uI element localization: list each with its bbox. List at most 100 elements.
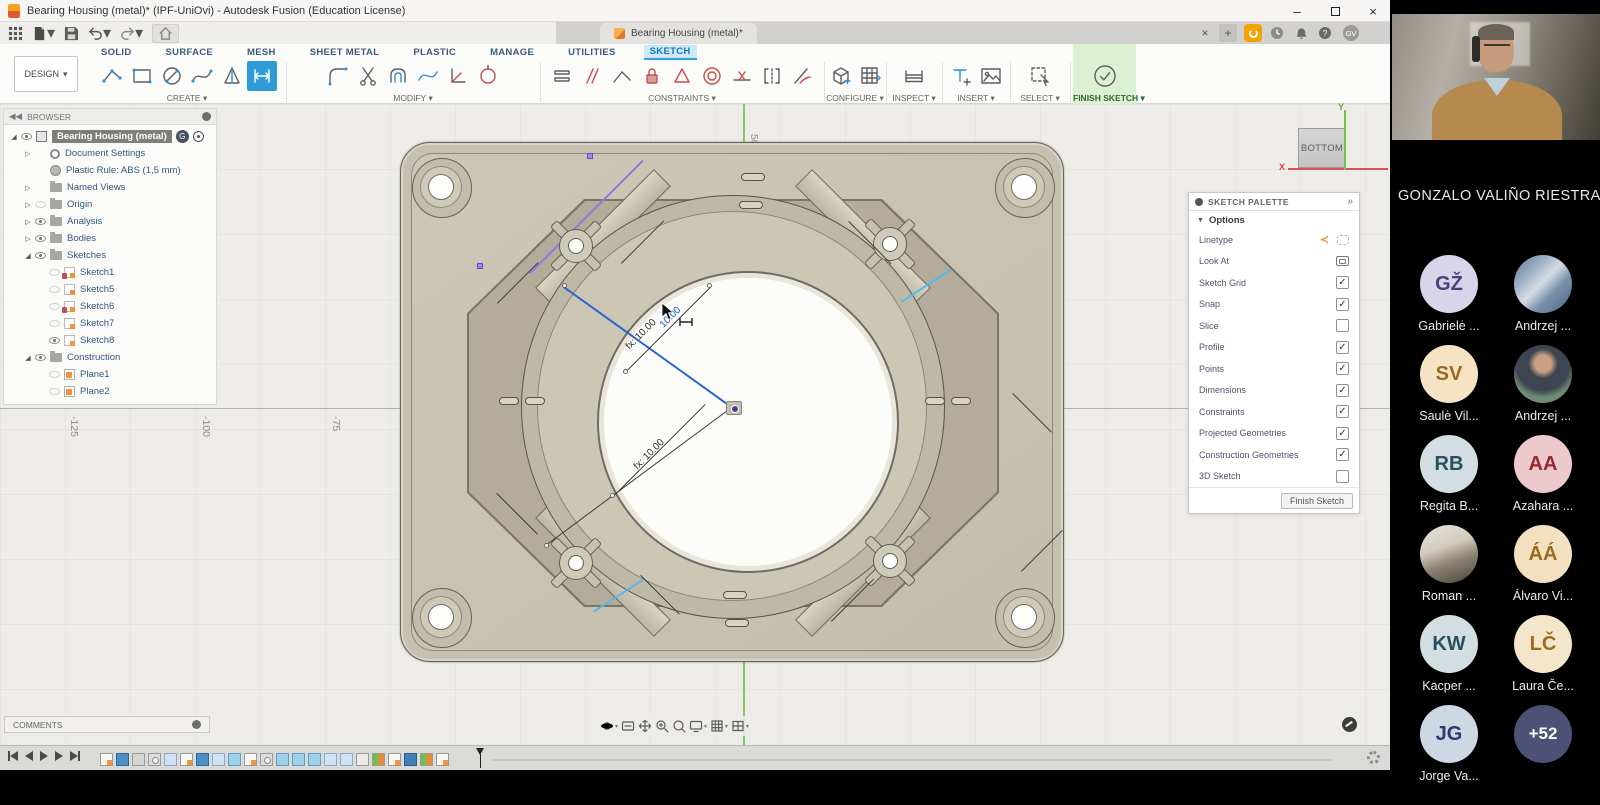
browser-item-analysis[interactable]: ▷Analysis [4,213,216,230]
help-icon[interactable]: ? [1316,24,1334,42]
configuration-table-icon[interactable] [855,61,884,91]
timeline-feature-sketch-icon[interactable] [244,753,257,766]
visibility-eye-icon[interactable] [49,269,60,276]
points-checkbox[interactable]: ✓ [1336,362,1349,375]
construction-geometries-checkbox[interactable]: ✓ [1336,448,1349,461]
timeline-feature-hole-icon[interactable] [260,753,273,766]
timeline-step-forward-button[interactable] [55,751,63,761]
browser-item-plane1[interactable]: Plane1 [4,366,216,383]
timeline-feature-fillet-cyan-icon[interactable] [276,753,289,766]
notifications-bell-icon[interactable] [1292,24,1310,42]
snap-checkbox[interactable]: ✓ [1336,298,1349,311]
visibility-eye-icon[interactable] [49,320,60,327]
timeline-feature-extrude-icon[interactable] [116,753,129,766]
user-avatar[interactable]: GV [1342,24,1360,42]
circle-tool-icon[interactable] [157,61,187,91]
slice-checkbox[interactable] [1336,319,1349,332]
visibility-eye-icon[interactable] [35,201,46,208]
timeline-go-to-start-button[interactable] [8,751,18,761]
timeline-feature-appearance-icon[interactable] [372,753,385,766]
fillet-tool-icon[interactable] [323,61,353,91]
insert-text-icon[interactable] [946,61,976,91]
configure-group-label[interactable]: CONFIGURE ▾ [826,93,884,104]
sketch-scale-icon[interactable] [473,61,503,91]
app-grid-icon[interactable] [8,26,23,41]
select-group-label[interactable]: SELECT ▾ [1012,93,1068,104]
offset-tool-icon[interactable] [383,61,413,91]
browser-item-plane2[interactable]: Plane2 [4,383,216,400]
participant-tile[interactable]: AAAzahara ... [1497,435,1589,525]
tab-sketch[interactable]: SKETCH [644,45,697,60]
rectangle-tool-icon[interactable] [127,61,157,91]
look-at-icon[interactable] [621,719,635,733]
participant-tile[interactable]: Roman ... [1403,525,1495,615]
3d-sketch-checkbox[interactable] [1336,470,1349,483]
job-status-icon[interactable] [1268,24,1286,42]
timeline-feature-appearance-icon[interactable] [420,753,433,766]
midpoint-constraint-icon[interactable] [727,61,757,91]
constraints-group-label[interactable]: CONSTRAINTS ▾ [543,93,821,104]
participant-tile[interactable]: RBRegita B... [1403,435,1495,525]
expand-arrow-icon[interactable]: ▷ [22,201,34,209]
timeline-feature-thread-icon[interactable] [404,753,417,766]
browser-item-origin[interactable]: ▷Origin [4,196,216,213]
browser-item-bodies[interactable]: ▷Bodies [4,230,216,247]
browser-item-sketch1[interactable]: Sketch1 [4,264,216,281]
browser-item-sketch8[interactable]: Sketch8 [4,332,216,349]
participant-tile[interactable]: Andrzej ... [1497,345,1589,435]
share-screenshot-icon[interactable] [1342,717,1357,732]
browser-item-sketch6[interactable]: Sketch6 [4,298,216,315]
modify-group-label[interactable]: MODIFY ▾ [290,93,536,104]
trim-scissors-icon[interactable] [353,61,383,91]
timeline-feature-hole-icon[interactable] [148,753,161,766]
tab-plastic[interactable]: PLASTIC [407,46,462,59]
participant-tile[interactable]: +52 [1497,705,1589,795]
speaker-video[interactable] [1392,14,1600,140]
design-canvas[interactable]: -125-100-75-50-255025 [0,104,1390,745]
line-tool-icon[interactable] [97,61,127,91]
timeline-feature-fillet-cyan-icon[interactable] [308,753,321,766]
perpendicular-constraint-icon[interactable] [607,61,637,91]
browser-item-document-settings[interactable]: ▷Document Settings [4,145,216,162]
close-button[interactable]: × [1362,2,1384,20]
timeline-feature-box-icon[interactable] [356,753,369,766]
measure-tool-icon[interactable] [899,61,929,91]
visibility-eye-icon[interactable] [21,133,32,140]
constraints-checkbox[interactable]: ✓ [1336,405,1349,418]
participant-tile[interactable]: GŽGabrielė ... [1403,255,1495,345]
participant-tile[interactable]: SVSaulė Vil... [1403,345,1495,435]
visibility-eye-icon[interactable] [35,252,46,259]
timeline-feature-sketch-icon[interactable] [100,753,113,766]
close-document-tab-icon[interactable]: × [1196,24,1214,42]
display-settings-icon[interactable]: ▾ [689,719,707,733]
browser-item-plastic-rule-abs-1-5-mm-[interactable]: Plastic Rule: ABS (1,5 mm) [4,162,216,179]
ground-badge-icon[interactable]: G [176,130,189,143]
cone-tool-icon[interactable] [217,61,247,91]
create-group-label[interactable]: CREATE ▾ [92,93,282,104]
origin-point[interactable] [726,401,742,415]
visibility-eye-icon[interactable] [49,303,60,310]
browser-item-named-views[interactable]: ▷Named Views [4,179,216,196]
orbit-icon[interactable]: ▾ [600,719,618,733]
extensions-icon[interactable] [1244,24,1262,42]
origin-badge-icon[interactable] [193,131,204,142]
popout-icon[interactable]: » [1347,196,1353,207]
timeline-feature-fillet-cyan-icon[interactable] [228,753,241,766]
timeline-play-button[interactable] [40,751,48,761]
section-collapse-icon[interactable]: ▼ [1197,217,1204,224]
tab-manage[interactable]: MANAGE [484,46,540,59]
comments-overflow-icon[interactable] [192,720,201,729]
linetype-spline-icon[interactable]: ≺ [1320,233,1329,246]
project-tool-icon[interactable] [443,61,473,91]
timeline-feature-sketch-icon[interactable] [180,753,193,766]
visibility-eye-icon[interactable] [35,218,46,225]
minimize-button[interactable]: – [1286,2,1308,20]
participant-tile[interactable]: KWKacper ... [1403,615,1495,705]
tab-sheet-metal[interactable]: SHEET METAL [304,46,386,59]
participant-tile[interactable]: LČLaura Če... [1497,615,1589,705]
finish-sketch-button[interactable]: Finish Sketch [1281,493,1353,509]
home-view-icon[interactable] [152,24,179,43]
insert-image-icon[interactable] [976,61,1006,91]
expand-arrow-icon[interactable]: ◢ [22,354,34,362]
participant-tile[interactable]: Andrzej ... [1497,255,1589,345]
